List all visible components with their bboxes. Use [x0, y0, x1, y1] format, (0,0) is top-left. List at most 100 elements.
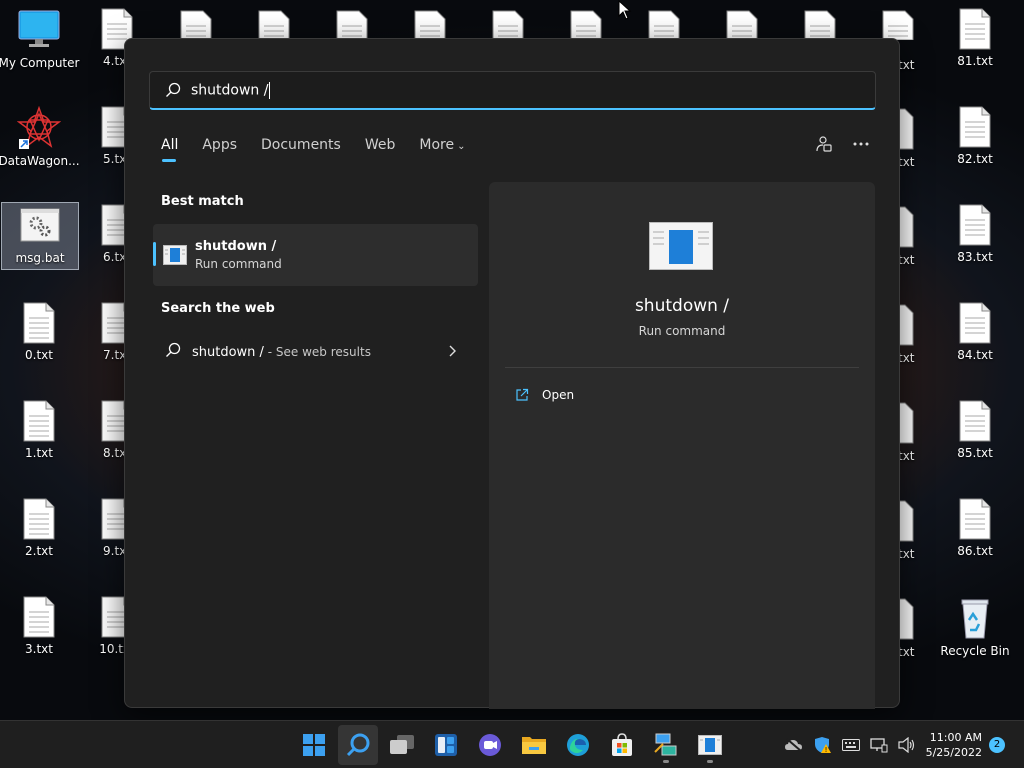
clock-time: 11:00 AM [929, 731, 982, 744]
web-result-suffix: - See web results [263, 344, 371, 359]
datawagon-app-icon [17, 106, 61, 149]
desktop-icon-file-partial[interactable]: txt [898, 598, 918, 660]
keyboard-icon[interactable] [842, 739, 860, 751]
search-query-text: shutdown / [191, 82, 269, 98]
chat-button[interactable] [470, 725, 510, 765]
best-match-result[interactable]: shutdown / Run command [153, 224, 478, 286]
desktop-icon-file[interactable]: 86.txt [936, 498, 1014, 568]
desktop-icon-recycle-bin[interactable]: Recycle Bin [936, 596, 1014, 666]
desktop-icon-file-partial[interactable]: txt [898, 402, 918, 464]
desktop-icon-label: 86.txt [957, 544, 993, 558]
desktop-icon-msg-bat[interactable]: msg.bat [1, 202, 79, 270]
run-command-icon [163, 245, 187, 265]
search-filter-tabs: All Apps Documents Web More ⌄ [161, 137, 489, 162]
search-flyout: shutdown / All Apps Documents Web More ⌄ … [124, 38, 900, 709]
desktop-icon-file[interactable]: 84.txt [936, 302, 1014, 372]
volume-icon[interactable] [898, 737, 916, 753]
desktop-icon-file-partial[interactable]: txt [898, 206, 918, 268]
desktop-icon-label: txt [898, 449, 915, 463]
desktop-icon-file[interactable]: 83.txt [936, 204, 1014, 274]
text-file-icon[interactable] [882, 10, 914, 40]
run-command-large-icon [649, 222, 713, 270]
tab-web[interactable]: Web [365, 137, 396, 153]
desktop-icon-label: 85.txt [957, 446, 993, 460]
desktop-icon-file[interactable]: 2.txt [0, 498, 78, 568]
desktop-icon-file[interactable]: 0.txt [0, 302, 78, 372]
account-switch-icon[interactable] [815, 135, 833, 153]
search-icon [346, 733, 370, 757]
desktop-icon-label: 0.txt [25, 348, 53, 362]
network-app-icon [654, 733, 677, 756]
open-action-button[interactable]: Open [515, 388, 574, 402]
web-search-result[interactable]: shutdown / - See web results [153, 332, 478, 368]
text-file-icon[interactable] [414, 10, 446, 40]
edge-browser-button[interactable] [558, 725, 598, 765]
security-warning-icon[interactable]: ! [814, 736, 832, 754]
text-file-icon [898, 500, 914, 542]
onedrive-offline-icon[interactable] [784, 738, 804, 752]
text-file-icon [898, 598, 914, 640]
search-icon [166, 82, 181, 97]
text-file-icon[interactable] [570, 10, 602, 40]
network-icon[interactable] [870, 737, 888, 753]
tab-documents[interactable]: Documents [261, 137, 341, 153]
text-file-icon [959, 204, 991, 246]
windows-start-icon [303, 734, 325, 756]
text-file-icon[interactable] [336, 10, 368, 40]
taskbar-clock[interactable]: 11:00 AM 5/25/2022 [926, 730, 982, 760]
more-options-icon[interactable] [853, 142, 869, 146]
open-external-icon [516, 388, 529, 401]
desktop-icon-file-partial[interactable]: txt [898, 500, 918, 562]
desktop-icon-file-partial[interactable]: txt [898, 304, 918, 366]
desktop-icon-file[interactable]: 3.txt [0, 596, 78, 666]
text-caret [269, 81, 271, 99]
tab-more[interactable]: More ⌄ [419, 137, 465, 153]
desktop-icon-file[interactable]: 81.txt [936, 8, 1014, 78]
chevron-down-icon: ⌄ [457, 141, 466, 152]
text-file-icon[interactable] [648, 10, 680, 40]
microsoft-store-button[interactable] [602, 725, 642, 765]
best-match-title: shutdown / [195, 239, 277, 254]
desktop-icon-label: 81.txt [957, 54, 993, 68]
desktop-icon-label-partial: txt [898, 58, 915, 72]
desktop-icon-file[interactable]: 85.txt [936, 400, 1014, 470]
text-file-icon [23, 400, 55, 442]
search-box[interactable]: shutdown / [149, 71, 876, 110]
notification-badge[interactable]: 2 [989, 737, 1005, 753]
flyout-tools [815, 135, 869, 153]
start-button[interactable] [294, 725, 334, 765]
desktop-icon-label: 3.txt [25, 642, 53, 656]
folder-icon [522, 737, 546, 754]
text-file-icon[interactable] [258, 10, 290, 40]
desktop-icon-label: 84.txt [957, 348, 993, 362]
text-file-icon[interactable] [804, 10, 836, 40]
desktop-icon-my-computer[interactable]: My Computer [0, 8, 80, 78]
search-taskbar-button[interactable] [338, 725, 378, 765]
desktop-icon-file[interactable]: 82.txt [936, 106, 1014, 176]
store-icon [612, 733, 632, 756]
run-app-button[interactable] [690, 725, 730, 765]
desktop-icon-file[interactable]: 1.txt [0, 400, 78, 470]
file-explorer-button[interactable] [514, 725, 554, 765]
batch-file-icon [20, 208, 60, 242]
tab-apps[interactable]: Apps [202, 137, 237, 153]
search-web-heading: Search the web [161, 301, 275, 316]
text-file-icon[interactable] [726, 10, 758, 40]
desktop-icon-label: 1.txt [25, 446, 53, 460]
text-file-icon [959, 8, 991, 50]
text-file-icon [959, 498, 991, 540]
desktop-icon-file-partial[interactable]: txt [898, 108, 918, 170]
desktop-icon-label: txt [898, 155, 915, 169]
text-file-icon[interactable] [180, 10, 212, 40]
widgets-button[interactable] [426, 725, 466, 765]
desktop-icon-label: msg.bat [15, 251, 65, 265]
task-view-button[interactable] [382, 725, 422, 765]
recycle-bin-icon [961, 599, 989, 639]
desktop-icon-label: My Computer [0, 56, 80, 70]
search-input[interactable]: shutdown / [191, 81, 271, 99]
network-app-button[interactable] [646, 725, 686, 765]
tab-all[interactable]: All [161, 137, 178, 162]
text-file-icon[interactable] [492, 10, 524, 40]
desktop-icon-datawagon[interactable]: DataWagon... [0, 106, 80, 176]
tab-more-label: More [419, 137, 455, 153]
